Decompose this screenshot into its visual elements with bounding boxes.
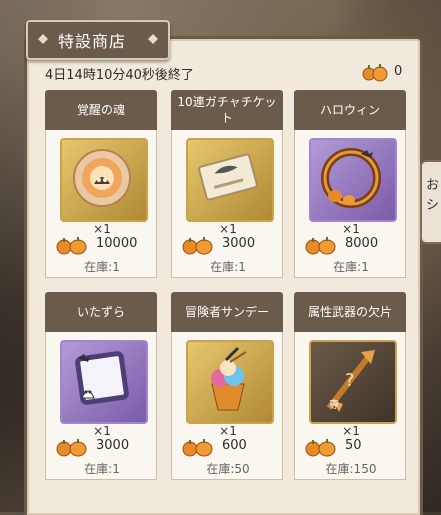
pumpkin-currency-icon — [182, 439, 213, 457]
currency-display: 0 — [362, 62, 412, 82]
item-price-value: 8000 — [345, 236, 379, 251]
item-stock: 在庫:1 — [84, 462, 120, 476]
item-stock: 在庫:150 — [325, 462, 377, 476]
item-quantity: ×1 — [342, 222, 360, 236]
pumpkin-currency-icon — [305, 237, 336, 255]
shop-item-card[interactable]: 10連ガチャチケット ×1 3000 在庫:1 — [171, 90, 283, 278]
pumpkin-currency-icon — [305, 439, 336, 457]
item-body: ×1 600 在庫:50 — [171, 332, 283, 480]
item-body: ×1 3000 在庫:1 — [171, 130, 283, 278]
item-price: 3000 — [56, 437, 154, 457]
page-title: 特設商店 — [58, 32, 127, 51]
item-price-value: 600 — [222, 438, 247, 453]
item-quantity: ×1 — [93, 222, 111, 236]
item-icon-frame — [60, 340, 148, 424]
item-price-value: 50 — [345, 438, 362, 453]
item-icon-frame — [186, 138, 274, 222]
diamond-ornament-icon — [148, 34, 158, 44]
item-price: 3000 — [182, 235, 280, 255]
item-stock: 在庫:1 — [210, 260, 246, 274]
item-body: ×1 3000 在庫:1 — [45, 332, 157, 480]
item-stock: 在庫:50 — [206, 462, 250, 476]
event-timer: 4日14時10分40秒後終了 — [45, 68, 194, 83]
item-price: 8000 — [305, 235, 403, 255]
side-tab[interactable]: おシ — [420, 160, 441, 244]
item-icon-frame: ? 専 — [309, 340, 397, 424]
item-quantity: ×1 — [93, 424, 111, 438]
halloween-frame-icon — [321, 148, 381, 208]
item-quantity: ×1 — [342, 424, 360, 438]
gacha-ticket-icon — [198, 153, 258, 201]
item-icon-frame — [60, 138, 148, 222]
prank-frame-icon — [75, 351, 129, 405]
item-price-value: 3000 — [96, 438, 130, 453]
shop-title-tab: 特設商店 — [26, 20, 170, 60]
item-icon-frame — [186, 340, 274, 424]
item-price: 10000 — [56, 235, 154, 255]
shop-item-card[interactable]: 覚醒の魂 ×1 10000 在庫:1 — [45, 90, 157, 278]
item-stock: 在庫:1 — [84, 260, 120, 274]
awakening-soul-icon — [73, 149, 131, 207]
pumpkin-currency-icon — [56, 237, 87, 255]
item-name: 属性武器の欠片 — [294, 292, 406, 332]
shop-item-card[interactable]: 冒険者サンデー ×1 600 在庫:50 — [171, 292, 283, 480]
weapon-fragment-icon: ? 専 — [326, 350, 375, 412]
item-name: ハロウィン — [294, 90, 406, 130]
item-price: 600 — [182, 437, 280, 457]
currency-count: 0 — [394, 64, 403, 79]
item-quantity: ×1 — [219, 424, 237, 438]
item-price-value: 10000 — [96, 236, 138, 251]
item-name: 10連ガチャチケット — [171, 90, 283, 130]
side-tab-label: おシ — [426, 178, 440, 213]
item-price: 50 — [305, 437, 403, 457]
shop-item-card[interactable]: 属性武器の欠片 ? 専 ×1 50 在庫:150 — [294, 292, 406, 480]
item-name: 覚醒の魂 — [45, 90, 157, 130]
shop-item-card[interactable]: いたずら ×1 3000 在庫:1 — [45, 292, 157, 480]
pumpkin-currency-icon — [56, 439, 87, 457]
svg-text:?: ? — [345, 370, 355, 391]
item-name: いたずら — [45, 292, 157, 332]
pumpkin-currency-icon — [182, 237, 213, 255]
item-body: ×1 8000 在庫:1 — [294, 130, 406, 278]
item-name: 冒険者サンデー — [171, 292, 283, 332]
svg-text:専: 専 — [329, 399, 339, 411]
item-body: ×1 10000 在庫:1 — [45, 130, 157, 278]
pumpkin-currency-icon — [362, 64, 388, 82]
item-icon-frame — [309, 138, 397, 222]
item-price-value: 3000 — [222, 236, 256, 251]
sundae-icon — [211, 346, 247, 411]
diamond-ornament-icon — [38, 34, 48, 44]
item-body: ? 専 ×1 50 在庫:150 — [294, 332, 406, 480]
shop-item-card[interactable]: ハロウィン ×1 8000 在庫:1 — [294, 90, 406, 278]
item-stock: 在庫:1 — [333, 260, 369, 274]
item-quantity: ×1 — [219, 222, 237, 236]
